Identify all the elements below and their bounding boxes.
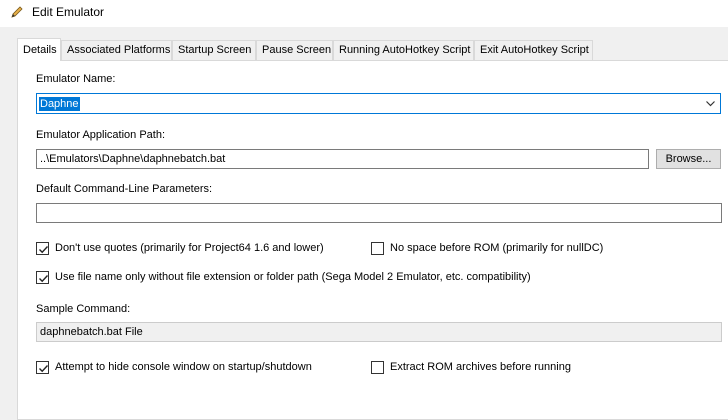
- no-space-label: No space before ROM (primarily for nullD…: [390, 242, 604, 254]
- file-name-only-checkbox[interactable]: [36, 271, 49, 284]
- tab-exit-autohotkey-script[interactable]: Exit AutoHotkey Script: [474, 40, 593, 60]
- chevron-down-icon[interactable]: [705, 98, 716, 109]
- hide-console-label: Attempt to hide console window on startu…: [55, 361, 312, 373]
- command-line-parameters-label: Default Command-Line Parameters:: [36, 183, 213, 195]
- pencil-icon: [10, 5, 24, 19]
- window-title: Edit Emulator: [32, 5, 105, 19]
- tab-running-autohotkey-script[interactable]: Running AutoHotkey Script: [333, 40, 474, 60]
- extract-rom-label: Extract ROM archives before running: [390, 361, 571, 373]
- sample-command-label: Sample Command:: [36, 303, 131, 315]
- hide-console-checkbox[interactable]: [36, 361, 49, 374]
- no-space-checkbox[interactable]: [371, 242, 384, 255]
- no-quotes-label: Don't use quotes (primarily for Project6…: [55, 242, 324, 254]
- emulator-path-label: Emulator Application Path:: [36, 129, 166, 141]
- tab-details[interactable]: Details: [17, 38, 61, 61]
- browse-button[interactable]: Browse...: [656, 149, 721, 169]
- no-quotes-checkbox[interactable]: [36, 242, 49, 255]
- tab-pause-screen[interactable]: Pause Screen: [256, 40, 333, 60]
- command-line-parameters-field[interactable]: [36, 203, 722, 223]
- emulator-name-label: Emulator Name:: [36, 73, 116, 85]
- tab-startup-screen[interactable]: Startup Screen: [172, 40, 256, 60]
- extract-rom-checkbox[interactable]: [371, 361, 384, 374]
- tab-associated-platforms[interactable]: Associated Platforms: [61, 40, 172, 60]
- file-name-only-label: Use file name only without file extensio…: [55, 271, 531, 283]
- title-bar: Edit Emulator: [0, 0, 728, 27]
- emulator-name-value: Daphne: [39, 97, 80, 111]
- emulator-name-combobox[interactable]: Daphne: [36, 93, 721, 114]
- sample-command-field: daphnebatch.bat File: [36, 322, 722, 342]
- emulator-path-field[interactable]: ..\Emulators\Daphne\daphnebatch.bat: [36, 149, 649, 169]
